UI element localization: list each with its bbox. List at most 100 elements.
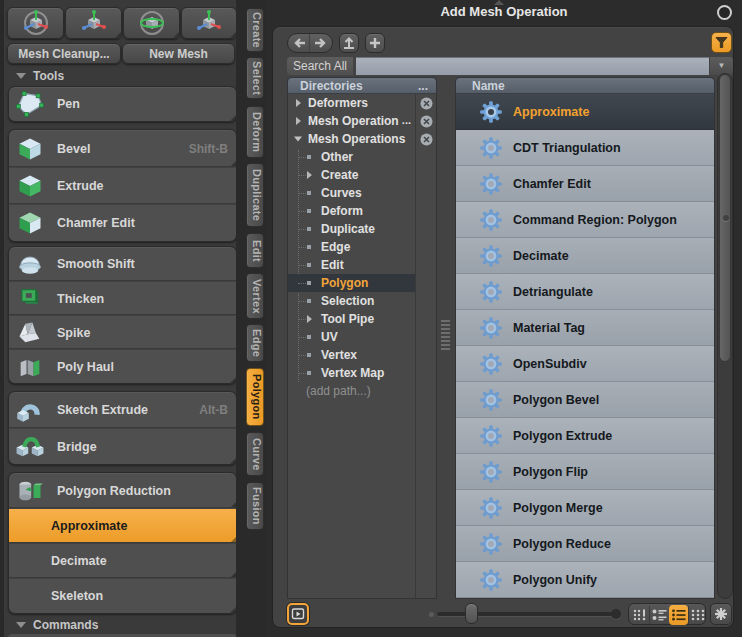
tool-skeleton[interactable]: Skeleton [9, 578, 236, 613]
mesh-op-polygon-reduce[interactable]: Polygon Reduce [456, 526, 714, 562]
tab-edge[interactable]: Edge [246, 324, 264, 362]
forward-button[interactable] [310, 34, 332, 52]
toolbar-button-ballrot[interactable] [123, 7, 180, 39]
name-header[interactable]: Name [455, 77, 715, 94]
tab-polygon[interactable]: Polygon [246, 368, 264, 426]
tool-thicken[interactable]: Thicken [9, 281, 236, 315]
mesh-op-command-region-polygon[interactable]: Command Region: Polygon [456, 202, 714, 238]
scrollbar-thumb[interactable] [719, 74, 731, 362]
mesh-op-polygon-extrude[interactable]: Polygon Extrude [456, 418, 714, 454]
size-slider-thumb[interactable] [465, 603, 478, 624]
tab-vertex[interactable]: Vertex [246, 273, 264, 319]
tool-bevel[interactable]: BevelShift-B [9, 130, 236, 167]
mesh-op-opensubdiv[interactable]: OpenSubdiv [456, 346, 714, 382]
mesh-op-approximate[interactable]: Approximate [456, 94, 714, 130]
remove-path-button[interactable] [416, 112, 437, 130]
preview-toggle-button[interactable] [287, 603, 309, 625]
directory-label: Deform [321, 204, 363, 218]
directory--add-path-[interactable]: (add path...) [288, 382, 415, 400]
tool-decimate[interactable]: Decimate [9, 543, 236, 578]
name-scrollbar[interactable] [717, 73, 733, 599]
tool-chamfer-edit[interactable]: Chamfer Edit [9, 204, 236, 241]
tool-shortcut: Alt-B [199, 403, 228, 417]
directory-other[interactable]: Other [288, 148, 415, 166]
directory-label: Vertex [321, 348, 357, 362]
tool-poly-haul[interactable]: Poly Haul [9, 349, 236, 383]
directories-header[interactable]: Directories... [287, 77, 437, 94]
search-scope-button[interactable]: Search All [287, 57, 353, 75]
directory-edge[interactable]: Edge [288, 238, 415, 256]
tool-smooth-shift[interactable]: Smooth Shift [9, 247, 236, 281]
panel-splitter[interactable] [437, 94, 455, 599]
tool-pen[interactable]: Pen [9, 87, 236, 121]
directory-tool-pipe[interactable]: Tool Pipe [288, 310, 415, 328]
up-level-button[interactable] [339, 33, 359, 53]
directory-create[interactable]: Create [288, 166, 415, 184]
view-list-button[interactable] [669, 605, 688, 625]
tool-bridge[interactable]: Bridge [9, 428, 236, 464]
mesh-op-chamfer-edit[interactable]: Chamfer Edit [456, 166, 714, 202]
tool-sketch-extrude[interactable]: Sketch ExtrudeAlt-B [9, 392, 236, 428]
panel-menu-button[interactable] [717, 5, 732, 20]
directory-vertex[interactable]: Vertex [288, 346, 415, 364]
remove-path-button[interactable] [416, 130, 437, 148]
directory-selection[interactable]: Selection [288, 292, 415, 310]
directory-curves[interactable]: Curves [288, 184, 415, 202]
directory-edit[interactable]: Edit [288, 256, 415, 274]
mesh-cleanup-button[interactable]: Mesh Cleanup... [7, 43, 121, 64]
mesh-op-polygon-bevel[interactable]: Polygon Bevel [456, 382, 714, 418]
mesh-op-material-tag[interactable]: Material Tag [456, 310, 714, 346]
toolbar-button-axes2[interactable] [181, 7, 237, 39]
directory-polygon[interactable]: Polygon [288, 274, 415, 292]
add-button[interactable] [365, 33, 385, 53]
settings-button[interactable] [710, 603, 732, 625]
expanded-triangle-icon[interactable] [294, 137, 302, 142]
mesh-op-cdt-triangulation[interactable]: CDT Triangulation [456, 130, 714, 166]
directory-uv[interactable]: UV [288, 328, 415, 346]
tool-polygon-reduction[interactable]: Polygon Reduction [9, 473, 236, 508]
tab-duplicate[interactable]: Duplicate [246, 163, 264, 227]
mesh-op-polygon-flip[interactable]: Polygon Flip [456, 454, 714, 490]
toolbar-button-axes[interactable] [65, 7, 122, 39]
tool-approximate[interactable]: Approximate [9, 508, 236, 543]
tab-fusion[interactable]: Fusion [246, 482, 264, 530]
search-dropdown-button[interactable]: ▼ [710, 57, 733, 75]
tab-edit[interactable]: Edit [246, 233, 264, 268]
directory-mesh-operation[interactable]: Mesh Operation... [288, 112, 415, 130]
collapsed-triangle-icon[interactable] [307, 171, 312, 179]
collapsed-triangle-icon[interactable] [307, 315, 312, 323]
tab-create[interactable]: Create [246, 8, 264, 52]
toolbar-button-ball[interactable] [7, 7, 64, 39]
back-button[interactable] [288, 34, 310, 52]
remove-path-button[interactable] [416, 94, 437, 112]
directory-vertex-map[interactable]: Vertex Map [288, 364, 415, 382]
collapsed-triangle-icon[interactable] [296, 117, 301, 125]
tool-extrude[interactable]: Extrude [9, 167, 236, 204]
size-slider-track[interactable] [437, 612, 613, 616]
tools-section-header[interactable]: Tools [8, 67, 240, 84]
view-mode-group [628, 603, 706, 625]
mesh-op-decimate[interactable]: Decimate [456, 238, 714, 274]
directory-deformers[interactable]: Deformers [288, 94, 415, 112]
tab-select[interactable]: Select [246, 57, 264, 99]
view-thumbs-button[interactable] [689, 605, 708, 625]
view-details-button[interactable] [650, 605, 669, 625]
directory-duplicate[interactable]: Duplicate [288, 220, 415, 238]
panel-notch [494, 0, 504, 5]
new-mesh-button[interactable]: New Mesh [122, 43, 235, 64]
mesh-op-polygon-merge[interactable]: Polygon Merge [456, 490, 714, 526]
collapsed-triangle-icon[interactable] [296, 99, 301, 107]
add-mesh-operation-panel: Add Mesh Operation Search All▼Directorie… [266, 0, 742, 637]
tab-deform[interactable]: Deform [246, 106, 264, 158]
filter-button[interactable] [711, 32, 732, 53]
mesh-op-polygon-unify[interactable]: Polygon Unify [456, 562, 714, 598]
search-input[interactable] [356, 57, 709, 75]
directory-mesh-operations[interactable]: Mesh Operations [288, 130, 415, 148]
directory-deform[interactable]: Deform [288, 202, 415, 220]
commands-section-header[interactable]: Commands [8, 616, 240, 633]
mesh-op-detriangulate[interactable]: Detriangulate [456, 274, 714, 310]
tab-curve[interactable]: Curve [246, 432, 264, 476]
tool-group: Pen [8, 86, 237, 122]
view-buttons-icon[interactable] [630, 605, 649, 625]
tool-spike[interactable]: Spike [9, 315, 236, 349]
